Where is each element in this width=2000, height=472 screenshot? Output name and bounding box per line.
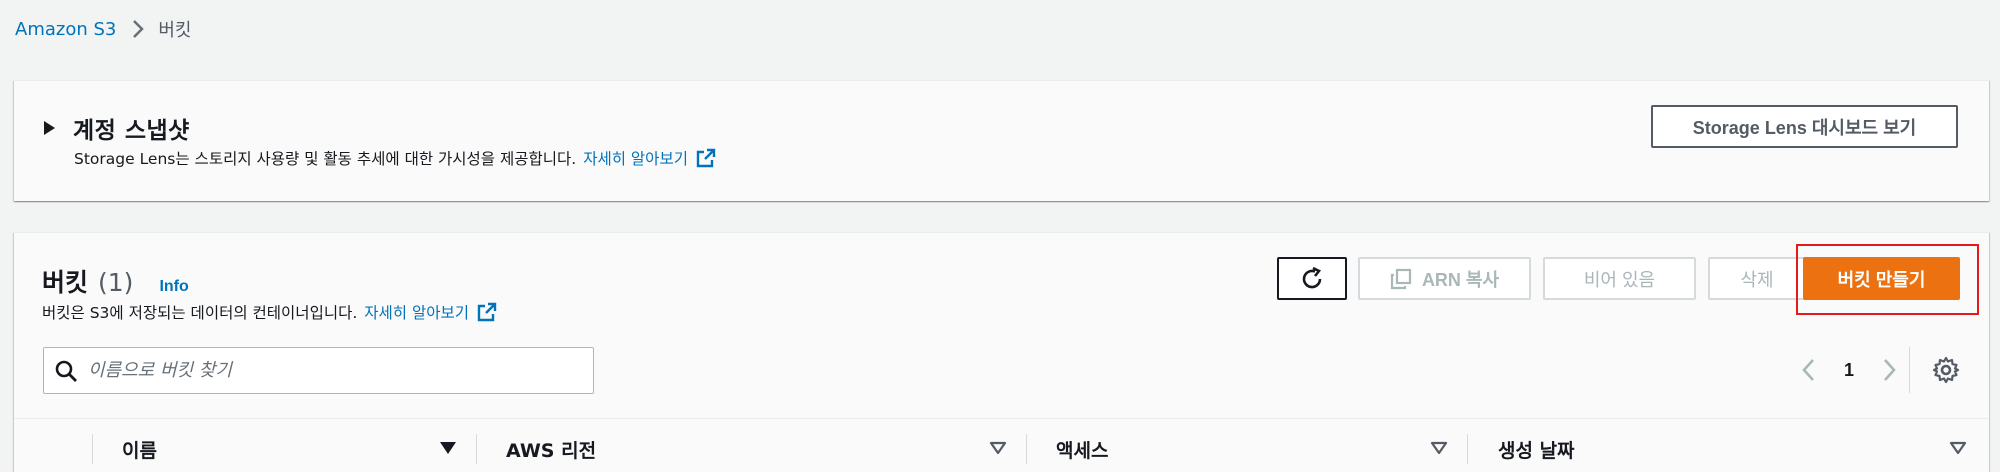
snapshot-description-text: Storage Lens는 스토리지 사용량 및 활동 추세에 대한 가시성을 … xyxy=(74,150,577,168)
breadcrumb-buckets: 버킷 xyxy=(158,20,192,41)
settings-icon[interactable] xyxy=(1931,355,1961,389)
snapshot-title: 계정 스냅샷 xyxy=(73,118,190,144)
buckets-count: (1) xyxy=(98,268,134,297)
pagination: 1 xyxy=(1794,345,1904,395)
snapshot-expander[interactable]: 계정 스냅샷 xyxy=(44,111,190,145)
column-header-region[interactable]: AWS 리전 xyxy=(506,429,596,469)
column-divider xyxy=(1467,434,1468,464)
bucket-search-input[interactable] xyxy=(88,360,568,381)
buckets-learn-more-label: 자세히 알아보기 xyxy=(364,304,470,322)
snapshot-description: Storage Lens는 스토리지 사용량 및 활동 추세에 대한 가시성을 … xyxy=(74,147,716,169)
external-link-icon xyxy=(696,148,716,168)
sort-down-icon[interactable] xyxy=(1949,441,1967,455)
chevron-left-icon[interactable] xyxy=(1794,358,1822,382)
delete-bucket-button[interactable]: 삭제 xyxy=(1708,257,1806,300)
buckets-panel: 버킷 (1) Info 버킷은 S3에 저장되는 데이터의 컨테이너입니다. 자… xyxy=(14,232,1989,472)
column-header-created[interactable]: 생성 날짜 xyxy=(1498,429,1575,469)
copy-icon xyxy=(1390,268,1412,289)
storage-lens-dashboard-button[interactable]: Storage Lens 대시보드 보기 xyxy=(1651,105,1958,148)
buckets-description-text: 버킷은 S3에 저장되는 데이터의 컨테이너입니다. xyxy=(42,304,358,322)
external-link-icon xyxy=(477,302,497,322)
buckets-header: 버킷 (1) Info xyxy=(42,263,189,299)
bucket-search-field[interactable] xyxy=(43,347,594,394)
refresh-icon xyxy=(1302,266,1322,288)
breadcrumb-amazon-s3[interactable]: Amazon S3 xyxy=(15,19,116,40)
buckets-description: 버킷은 S3에 저장되는 데이터의 컨테이너입니다. 자세히 알아보기 xyxy=(42,301,497,323)
bucket-table-header: 이름 AWS 리전 액세스 생성 날짜 xyxy=(14,418,1989,472)
create-bucket-button[interactable]: 버킷 만들기 xyxy=(1803,257,1960,300)
column-header-access[interactable]: 액세스 xyxy=(1056,429,1108,469)
breadcrumb: Amazon S3 버킷 xyxy=(15,14,191,44)
search-icon xyxy=(55,360,77,382)
column-divider xyxy=(476,434,477,464)
column-divider xyxy=(1026,434,1027,464)
sort-down-icon[interactable] xyxy=(989,441,1007,455)
sort-down-icon[interactable] xyxy=(439,441,457,455)
divider xyxy=(1909,347,1910,393)
page-number[interactable]: 1 xyxy=(1844,360,1854,381)
buckets-learn-more-link[interactable]: 자세히 알아보기 xyxy=(364,301,497,323)
column-divider xyxy=(92,434,93,464)
snapshot-learn-more-link[interactable]: 자세히 알아보기 xyxy=(583,147,716,169)
sort-down-icon[interactable] xyxy=(1430,441,1448,455)
snapshot-learn-more-label: 자세히 알아보기 xyxy=(583,150,688,168)
column-header-name[interactable]: 이름 xyxy=(122,429,157,469)
chevron-right-icon xyxy=(132,19,145,39)
refresh-button[interactable] xyxy=(1277,257,1347,300)
chevron-right-icon[interactable] xyxy=(1876,358,1904,382)
account-snapshot-panel: 계정 스냅샷 Storage Lens는 스토리지 사용량 및 활동 추세에 대… xyxy=(14,80,1989,201)
buckets-title: 버킷 xyxy=(42,268,89,297)
empty-bucket-button[interactable]: 비어 있음 xyxy=(1543,257,1696,300)
copy-arn-button[interactable]: ARN 복사 xyxy=(1358,257,1531,300)
info-link[interactable]: Info xyxy=(159,278,188,296)
caret-right-icon[interactable] xyxy=(44,121,55,135)
copy-arn-label: ARN 복사 xyxy=(1421,269,1500,290)
